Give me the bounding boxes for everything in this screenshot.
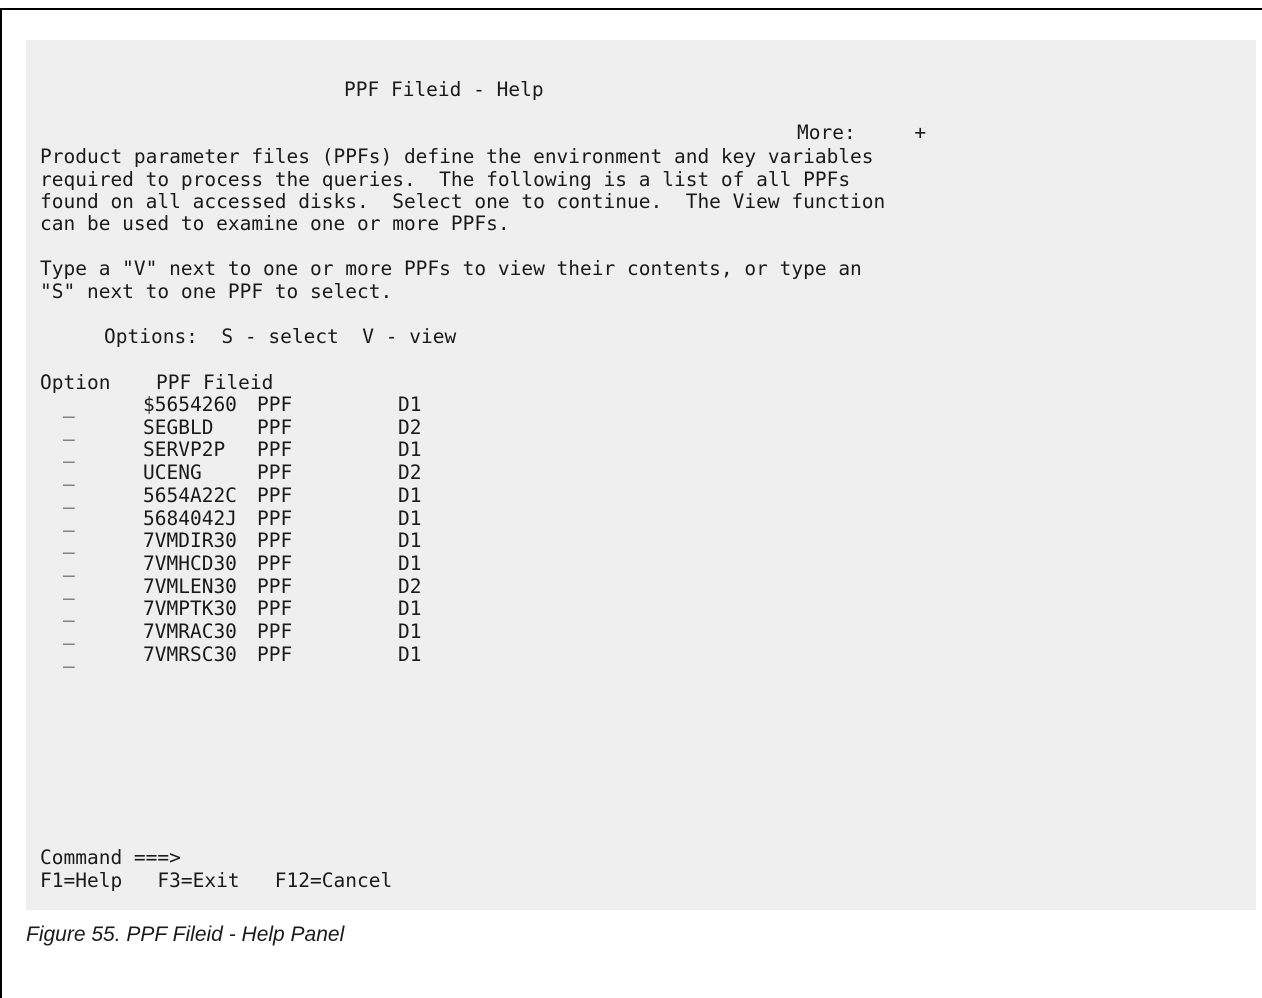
ppf-filename: 7VMPTK30 <box>143 597 237 621</box>
option-entry-field[interactable]: _ <box>63 645 75 668</box>
ppf-filename: 7VMRSC30 <box>143 642 237 666</box>
ppf-filemode: D1 <box>398 551 422 575</box>
function-key-legend: F1=Help F3=Exit F12=Cancel <box>40 869 393 892</box>
ppf-row: _ UCENG PPF D2 <box>26 461 526 486</box>
ppf-filetype: PPF <box>257 529 293 553</box>
ppf-filemode: D1 <box>398 620 422 643</box>
option-entry-field[interactable]: _ <box>63 599 75 622</box>
ppf-row: _ 7VMRSC30 PPF D1 <box>26 642 526 668</box>
description-line: required to process the queries. The fol… <box>40 168 851 191</box>
option-entry-field[interactable]: _ <box>63 509 75 532</box>
ppf-filetype: PPF <box>257 506 293 530</box>
ppf-row: _ 5654A22C PPF D1 <box>26 483 526 509</box>
ppf-filename: 7VMLEN30 <box>143 574 237 598</box>
description-line: Product parameter files (PPFs) define th… <box>40 145 874 168</box>
ppf-row: _ 5684042J PPF D1 <box>26 506 526 532</box>
ppf-filemode: D1 <box>398 438 422 462</box>
ppf-filetype: PPF <box>257 620 293 643</box>
terminal-screen: PPF Fileid - Help More: + Product parame… <box>26 40 1256 910</box>
instruction-line: "S" next to one PPF to select. <box>40 280 393 303</box>
ppf-filemode: D1 <box>398 642 422 666</box>
ppf-filetype: PPF <box>257 393 293 416</box>
description-line: can be used to examine one or more PPFs. <box>40 212 510 235</box>
ppf-row: _ 7VMLEN30 PPF D2 <box>26 574 526 600</box>
ppf-filename: 7VMDIR30 <box>143 529 237 553</box>
option-entry-field[interactable]: _ <box>63 531 75 554</box>
figure-caption: Figure 55. PPF Fileid - Help Panel <box>26 923 345 946</box>
ppf-filetype: PPF <box>257 597 293 621</box>
command-prompt[interactable]: Command ===> <box>40 846 181 869</box>
ppf-row: _ SEGBLD PPF D2 <box>26 415 526 441</box>
more-indicator: More: + <box>797 121 927 144</box>
option-entry-field[interactable]: _ <box>63 577 75 600</box>
ppf-row: _ $5654260 PPF D1 <box>26 393 526 418</box>
option-entry-field[interactable]: _ <box>63 622 75 645</box>
ppf-row: _ 7VMRAC30 PPF D1 <box>26 620 526 645</box>
ppf-filemode: D1 <box>398 393 422 416</box>
option-entry-field[interactable]: _ <box>63 554 75 577</box>
ppf-filemode: D1 <box>398 506 422 530</box>
ppf-filename: 7VMRAC30 <box>143 620 237 643</box>
ppf-filetype: PPF <box>257 483 293 507</box>
ppf-filename: $5654260 <box>143 393 237 416</box>
ppf-filemode: D2 <box>398 574 422 598</box>
option-entry-field[interactable]: _ <box>63 395 75 418</box>
ppf-filemode: D1 <box>398 483 422 507</box>
option-entry-field[interactable]: _ <box>63 486 75 509</box>
ppf-filename: UCENG <box>143 461 202 485</box>
options-legend: Options: S - select V - view <box>104 325 457 348</box>
ppf-row: _ SERVP2P PPF D1 <box>26 438 526 463</box>
ppf-filetype: PPF <box>257 461 293 485</box>
ppf-filemode: D1 <box>398 597 422 621</box>
fileid-column-header: PPF Fileid <box>156 371 274 394</box>
ppf-filetype: PPF <box>257 415 293 439</box>
ppf-filemode: D1 <box>398 529 422 553</box>
description-line: found on all accessed disks. Select one … <box>40 190 886 213</box>
ppf-filemode: D2 <box>398 461 422 485</box>
instruction-line: Type a "V" next to one or more PPFs to v… <box>40 257 862 280</box>
ppf-filetype: PPF <box>257 574 293 598</box>
ppf-filetype: PPF <box>257 438 293 462</box>
option-entry-field[interactable]: _ <box>63 418 75 441</box>
ppf-filename: 7VMHCD30 <box>143 551 237 575</box>
ppf-row: _ 7VMHCD30 PPF D1 <box>26 551 526 577</box>
option-column-header: Option <box>40 371 111 394</box>
ppf-filename: 5684042J <box>143 506 237 530</box>
ppf-filetype: PPF <box>257 642 293 666</box>
ppf-filetype: PPF <box>257 551 293 575</box>
ppf-filemode: D2 <box>398 415 422 439</box>
ppf-filename: 5654A22C <box>143 483 237 507</box>
option-entry-field[interactable]: _ <box>63 463 75 486</box>
option-entry-field[interactable]: _ <box>63 440 75 463</box>
ppf-filename: SERVP2P <box>143 438 226 462</box>
panel-title: PPF Fileid - Help <box>344 78 544 101</box>
ppf-row: _ 7VMDIR30 PPF D1 <box>26 529 526 554</box>
ppf-row: _ 7VMPTK30 PPF D1 <box>26 597 526 622</box>
ppf-filename: SEGBLD <box>143 415 214 439</box>
